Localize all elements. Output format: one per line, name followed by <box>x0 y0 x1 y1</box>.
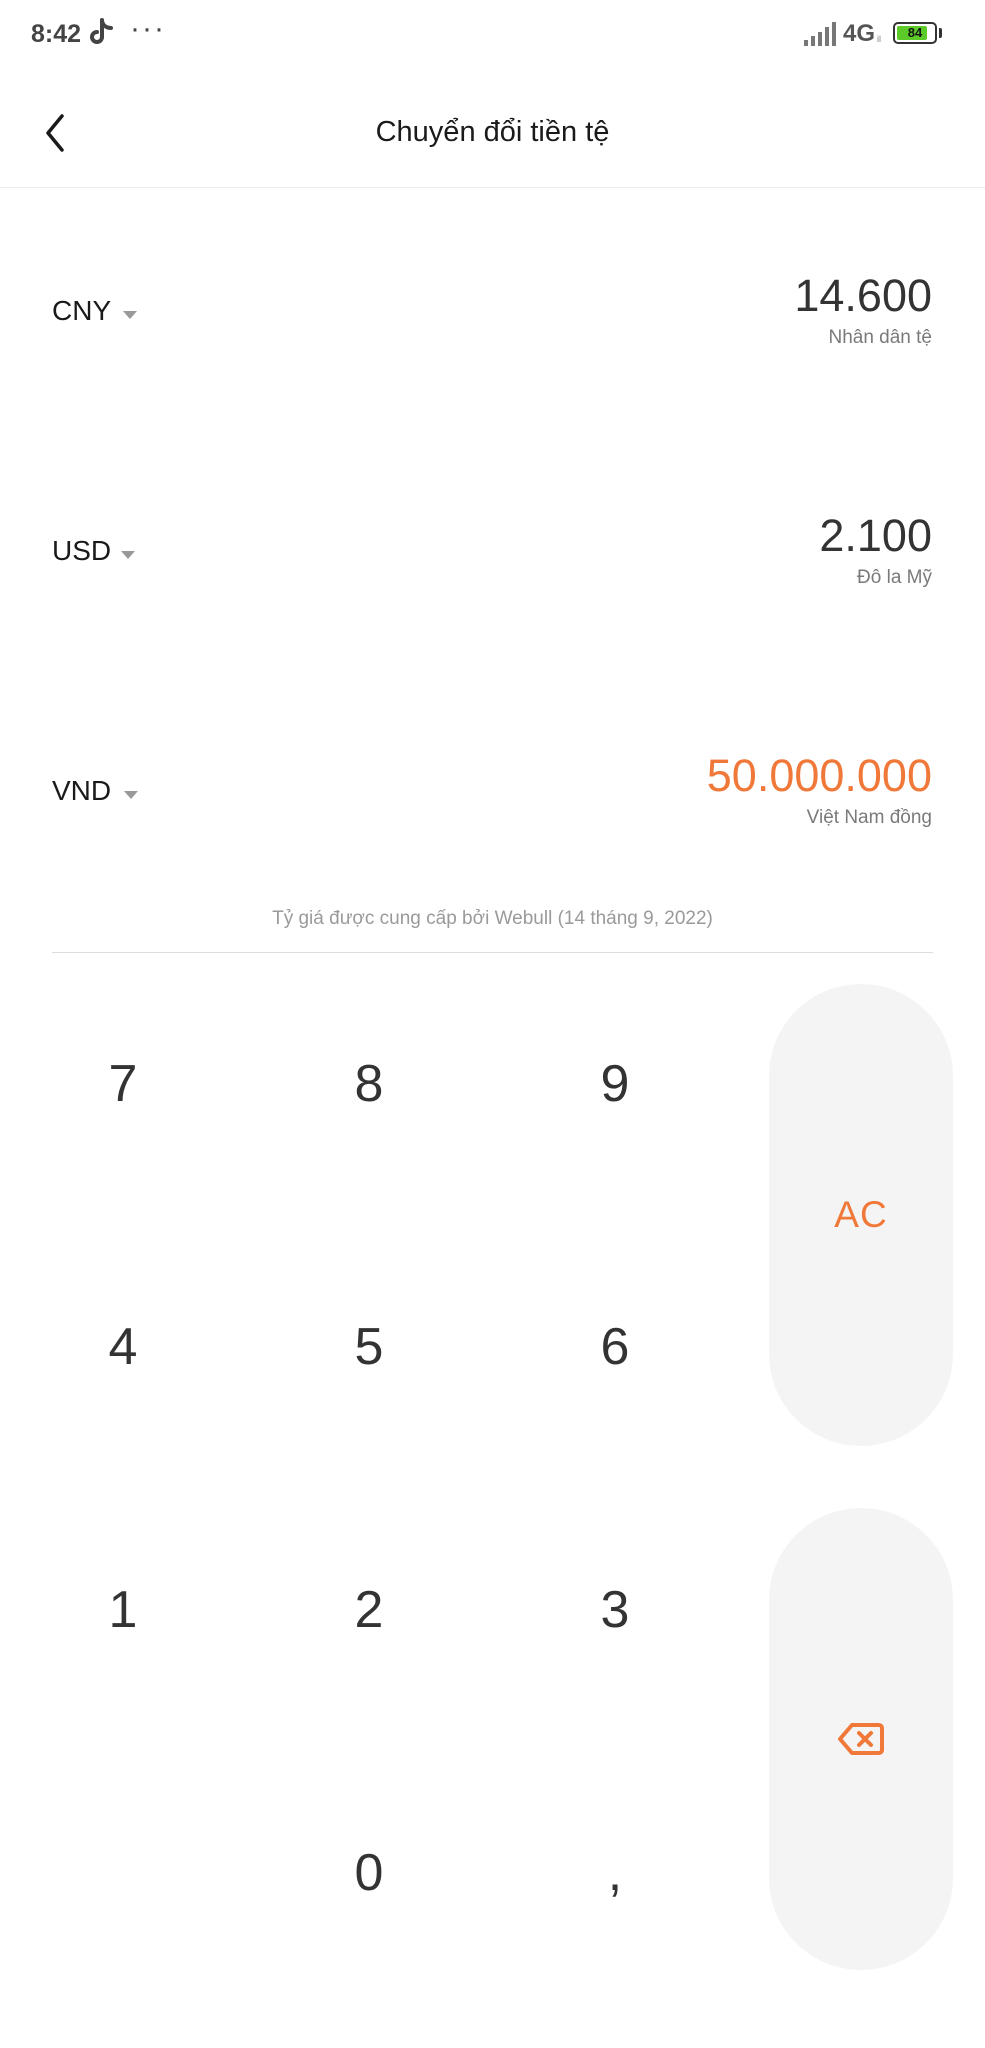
network-type: 4G <box>843 20 876 47</box>
currency-selector-vnd[interactable]: VND <box>52 767 172 817</box>
key-comma[interactable]: , <box>515 1773 715 1973</box>
clear-all-button[interactable]: AC <box>769 984 953 1446</box>
divider <box>52 952 933 953</box>
status-time: 8:42 <box>31 20 82 48</box>
key-7[interactable]: 7 <box>23 984 223 1184</box>
currency-amount[interactable]: 14.600 <box>794 270 932 322</box>
currency-row-cny[interactable]: CNY 14.600 Nhân dân tệ <box>0 262 985 412</box>
key-8[interactable]: 8 <box>269 984 469 1184</box>
status-bar: 8:42 ··· 4G il 84 <box>0 0 985 70</box>
page-title: Chuyển đổi tiền tệ <box>375 116 610 148</box>
backspace-button[interactable] <box>769 1508 953 1970</box>
currency-name: Đô la Mỹ <box>857 567 932 588</box>
currency-code: VND <box>52 775 112 806</box>
currency-row-usd[interactable]: USD 2.100 Đô la Mỹ <box>0 502 985 652</box>
clear-all-label: AC <box>834 1194 888 1235</box>
currency-name: Nhân dân tệ <box>828 327 932 348</box>
battery-level: 84 <box>907 25 923 40</box>
tiktok-icon <box>90 18 113 44</box>
backspace-icon <box>838 1723 884 1755</box>
currency-code: USD <box>52 535 112 566</box>
key-5[interactable]: 5 <box>269 1247 469 1447</box>
network-activity: il <box>877 34 881 44</box>
key-3[interactable]: 3 <box>515 1510 715 1710</box>
currency-selector-cny[interactable]: CNY <box>52 287 172 337</box>
key-2[interactable]: 2 <box>269 1510 469 1710</box>
key-6[interactable]: 6 <box>515 1247 715 1447</box>
currency-name: Việt Nam đồng <box>806 807 932 828</box>
caret-down-icon <box>121 551 135 559</box>
more-notifications-icon: ··· <box>130 12 166 45</box>
signal-icon <box>804 22 836 46</box>
currency-code: CNY <box>52 295 112 326</box>
battery-tip <box>939 28 942 38</box>
key-4[interactable]: 4 <box>23 1247 223 1447</box>
currency-amount[interactable]: 50.000.000 <box>707 750 932 802</box>
caret-down-icon <box>124 791 138 799</box>
battery-icon: 84 <box>893 22 937 44</box>
currency-selector-usd[interactable]: USD <box>52 527 172 577</box>
key-0[interactable]: 0 <box>269 1773 469 1973</box>
header: Chuyển đổi tiền tệ <box>0 70 985 188</box>
key-9[interactable]: 9 <box>515 984 715 1184</box>
exchange-rate-source: Tỷ giá được cung cấp bởi Webull (14 thán… <box>272 908 713 929</box>
currency-row-vnd[interactable]: VND 50.000.000 Việt Nam đồng <box>0 742 985 892</box>
currency-amount[interactable]: 2.100 <box>819 510 932 562</box>
caret-down-icon <box>123 311 137 319</box>
key-1[interactable]: 1 <box>23 1510 223 1710</box>
